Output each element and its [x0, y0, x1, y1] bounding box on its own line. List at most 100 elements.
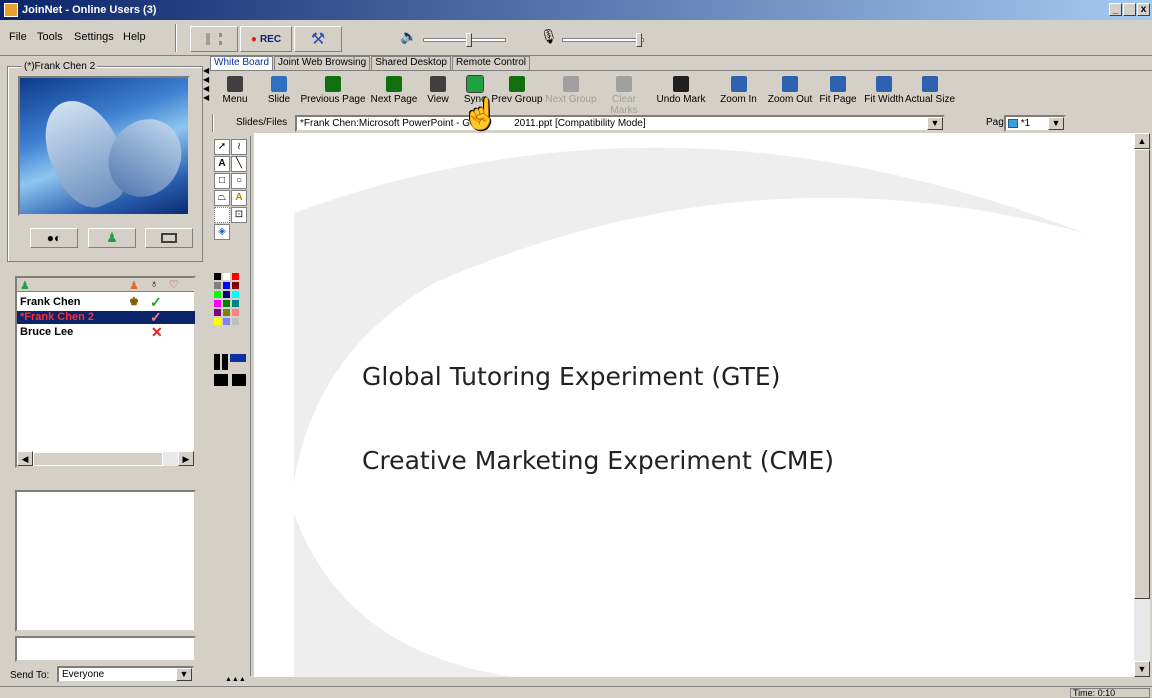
color-swatch[interactable] — [223, 309, 230, 316]
audio-button[interactable] — [190, 26, 238, 52]
chevron-down-icon[interactable]: ▼ — [1048, 117, 1064, 130]
eraser-tool-icon[interactable]: ◈ — [214, 224, 230, 240]
send-to-select[interactable]: Everyone ▼ — [57, 666, 194, 683]
color-swatch[interactable] — [232, 318, 239, 325]
color-swatch[interactable] — [214, 282, 221, 289]
speaker-bars-icon — [206, 33, 222, 45]
menu-tools[interactable]: Tools — [37, 31, 63, 43]
user-name: Frank Chen — [20, 296, 81, 308]
record-dot-icon: ● — [250, 33, 257, 45]
user-column-icon[interactable]: ♟ — [20, 279, 30, 292]
user-row-bruce-lee[interactable]: Bruce Lee ✕ — [17, 325, 195, 339]
freehand-tool-icon[interactable]: ≀ — [231, 139, 247, 155]
microphone-volume-thumb[interactable] — [636, 33, 642, 47]
tool-actual-size[interactable]: Actual Size — [902, 76, 958, 110]
tool-slide[interactable]: Slide — [261, 76, 297, 110]
tool-menu[interactable]: Menu — [212, 76, 258, 110]
color-swatch[interactable] — [214, 273, 221, 280]
tab-shared-desktop[interactable]: Shared Desktop — [371, 56, 451, 70]
panel-collapse-arrows[interactable]: ◀ ◀ ◀ ◀ — [203, 66, 209, 104]
menu-file[interactable]: File — [9, 31, 27, 43]
chat-input[interactable] — [15, 636, 196, 662]
tool-clear-marks[interactable]: Clear Marks — [598, 76, 650, 116]
tab-white-board[interactable]: White Board — [210, 56, 274, 70]
select-area-tool-icon[interactable] — [214, 207, 230, 223]
color-swatch[interactable] — [232, 273, 239, 280]
camera-person-icon: ●◐ — [46, 231, 62, 245]
pointer-tool-icon[interactable]: ➚ — [214, 139, 230, 155]
color-swatch[interactable] — [214, 309, 221, 316]
font-color-tool-icon[interactable]: A — [231, 190, 247, 206]
color-swatch[interactable] — [232, 282, 239, 289]
wrench-button[interactable]: ⚒ — [294, 26, 342, 52]
chevron-down-icon[interactable]: ▼ — [176, 668, 192, 681]
tool-fit-page[interactable]: Fit Page — [815, 76, 861, 110]
color-swatch[interactable] — [214, 291, 221, 298]
scroll-right-icon[interactable]: ▶ — [178, 451, 194, 466]
user-list-hscroll[interactable]: ◀ ▶ — [17, 451, 194, 466]
color-swatch[interactable] — [223, 318, 230, 325]
tool-zoom-out[interactable]: Zoom Out — [763, 76, 817, 110]
menu-help[interactable]: Help — [123, 31, 146, 43]
tool-label: Zoom In — [720, 94, 757, 105]
tool-zoom-in[interactable]: Zoom In — [716, 76, 761, 110]
microphone-volume-slider[interactable] — [562, 38, 644, 42]
line-tool-icon[interactable]: ╲ — [231, 156, 247, 172]
text-tool-icon[interactable]: A — [214, 156, 230, 172]
scroll-down-icon[interactable]: ▼ — [1134, 661, 1150, 677]
line-width-selector[interactable] — [214, 354, 247, 388]
presenter-column-icon[interactable]: ♟ — [129, 279, 139, 292]
color-swatch[interactable] — [232, 309, 239, 316]
user-row-frank-chen-2[interactable]: *Frank Chen 2 ✓ — [17, 309, 195, 325]
scroll-up-icon[interactable]: ▲ — [1134, 133, 1150, 149]
color-swatch[interactable] — [232, 291, 239, 298]
view-icon — [430, 76, 446, 92]
image-select-tool-icon[interactable]: ⊡ — [231, 207, 247, 223]
rectangle-tool-icon[interactable]: □ — [214, 173, 230, 189]
menu-settings[interactable]: Settings — [74, 31, 114, 43]
speaker-volume-slider[interactable] — [423, 38, 506, 42]
tool-next-group[interactable]: Next Group — [545, 76, 597, 110]
polygon-tool-icon[interactable]: ⏢ — [214, 190, 230, 206]
color-swatch[interactable] — [223, 300, 230, 307]
color-swatch[interactable] — [223, 273, 230, 280]
maximize-button[interactable] — [1123, 3, 1136, 16]
scroll-thumb[interactable] — [1134, 149, 1150, 599]
slides-files-select[interactable]: *Frank Chen:Microsoft PowerPoint - G 2011… — [295, 115, 945, 132]
heart-column-icon[interactable]: ♡ — [169, 278, 179, 291]
zoom-in-icon — [730, 76, 747, 92]
ellipse-tool-icon[interactable]: ○ — [231, 173, 247, 189]
record-button[interactable]: ● REC — [240, 26, 292, 52]
user-video-button[interactable]: ♟ — [88, 228, 136, 248]
scroll-thumb[interactable] — [33, 452, 163, 466]
video-off-button[interactable]: ●◐ — [30, 228, 78, 248]
tool-fit-width[interactable]: Fit Width — [862, 76, 906, 110]
color-swatch[interactable] — [223, 282, 230, 289]
scroll-left-icon[interactable]: ◀ — [17, 451, 33, 466]
color-swatch[interactable] — [232, 300, 239, 307]
whiteboard-canvas[interactable] — [254, 133, 1134, 677]
slide-line-2: Creative Marketing Experiment (CME) — [362, 446, 835, 475]
ring-column-icon[interactable]: ♁ — [150, 278, 158, 290]
tab-joint-web-browsing[interactable]: Joint Web Browsing — [274, 56, 371, 70]
user-row-frank-chen[interactable]: Frank Chen ♚ ✓ — [17, 295, 195, 309]
speaker-volume-thumb[interactable] — [466, 33, 472, 47]
window-controls: _ x — [1109, 3, 1150, 16]
check-icon: ✓ — [150, 309, 162, 325]
video-settings-button[interactable] — [145, 228, 193, 248]
tool-view[interactable]: View — [420, 76, 456, 110]
close-button[interactable]: x — [1137, 3, 1150, 16]
tool-undo-mark[interactable]: Undo Mark — [650, 76, 712, 110]
chevron-down-icon[interactable]: ▼ — [927, 117, 943, 130]
drawing-palette: ➚ ≀ A ╲ □ ○ ⏢ A ⊡ ◈ ▲▲▲ — [211, 136, 251, 683]
color-swatch[interactable] — [223, 291, 230, 298]
color-swatch[interactable] — [214, 300, 221, 307]
page-select[interactable]: *1 ▼ — [1004, 115, 1066, 132]
tool-next-page[interactable]: Next Page — [368, 76, 420, 110]
palette-expand-icon[interactable]: ▲▲▲ — [225, 676, 246, 683]
tab-remote-control[interactable]: Remote Control — [451, 56, 530, 70]
minimize-button[interactable]: _ — [1109, 3, 1122, 16]
color-swatch[interactable] — [214, 318, 221, 325]
tool-previous-page[interactable]: Previous Page — [299, 76, 367, 110]
canvas-vscroll[interactable]: ▲ ▼ — [1134, 133, 1150, 677]
